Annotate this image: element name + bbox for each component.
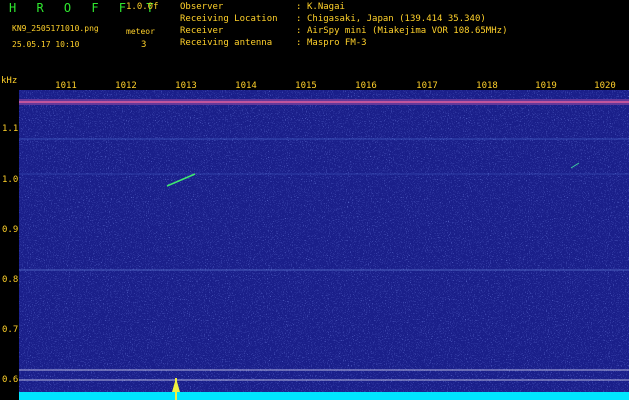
spectrogram-area <box>19 90 629 400</box>
noise-texture <box>19 90 629 400</box>
info-value-observer: K.Nagai <box>307 2 345 12</box>
info-label-receiver: Receiver <box>180 26 224 36</box>
spectrogram-canvas <box>19 90 629 400</box>
info-separator: : <box>296 14 302 24</box>
info-separator: : <box>296 26 302 36</box>
baseline-signal <box>19 392 629 400</box>
y-tick-label: 0.8 <box>2 275 19 285</box>
meteor-count: 3 <box>141 40 147 50</box>
info-separator: : <box>296 2 302 12</box>
info-value-receiver: AirSpy mini (Miakejima VOR 108.65MHz) <box>307 26 508 36</box>
info-value-location: Chigasaki, Japan (139.414 35.340) <box>307 14 486 24</box>
y-tick-label: 0.6 <box>2 375 19 385</box>
filename-label: KN9_2505171010.png <box>12 24 99 33</box>
info-label-observer: Observer <box>180 2 224 12</box>
y-tick-label: 1.1 <box>2 124 19 134</box>
y-tick-label: 0.9 <box>2 225 19 235</box>
y-tick-label: 0.7 <box>2 325 19 335</box>
datetime-label: 25.05.17 10:10 <box>12 40 80 49</box>
info-value-antenna: Maspro FM-3 <box>307 38 367 48</box>
y-axis-unit: kHz <box>1 76 18 86</box>
info-label-antenna: Receiving antenna <box>180 38 273 48</box>
version-label: 1.0.0f <box>126 2 159 12</box>
info-separator: : <box>296 38 302 48</box>
y-tick-label: 1.0 <box>2 175 19 185</box>
info-label-location: Receiving Location <box>180 14 278 24</box>
meteor-label: meteor <box>126 27 155 36</box>
